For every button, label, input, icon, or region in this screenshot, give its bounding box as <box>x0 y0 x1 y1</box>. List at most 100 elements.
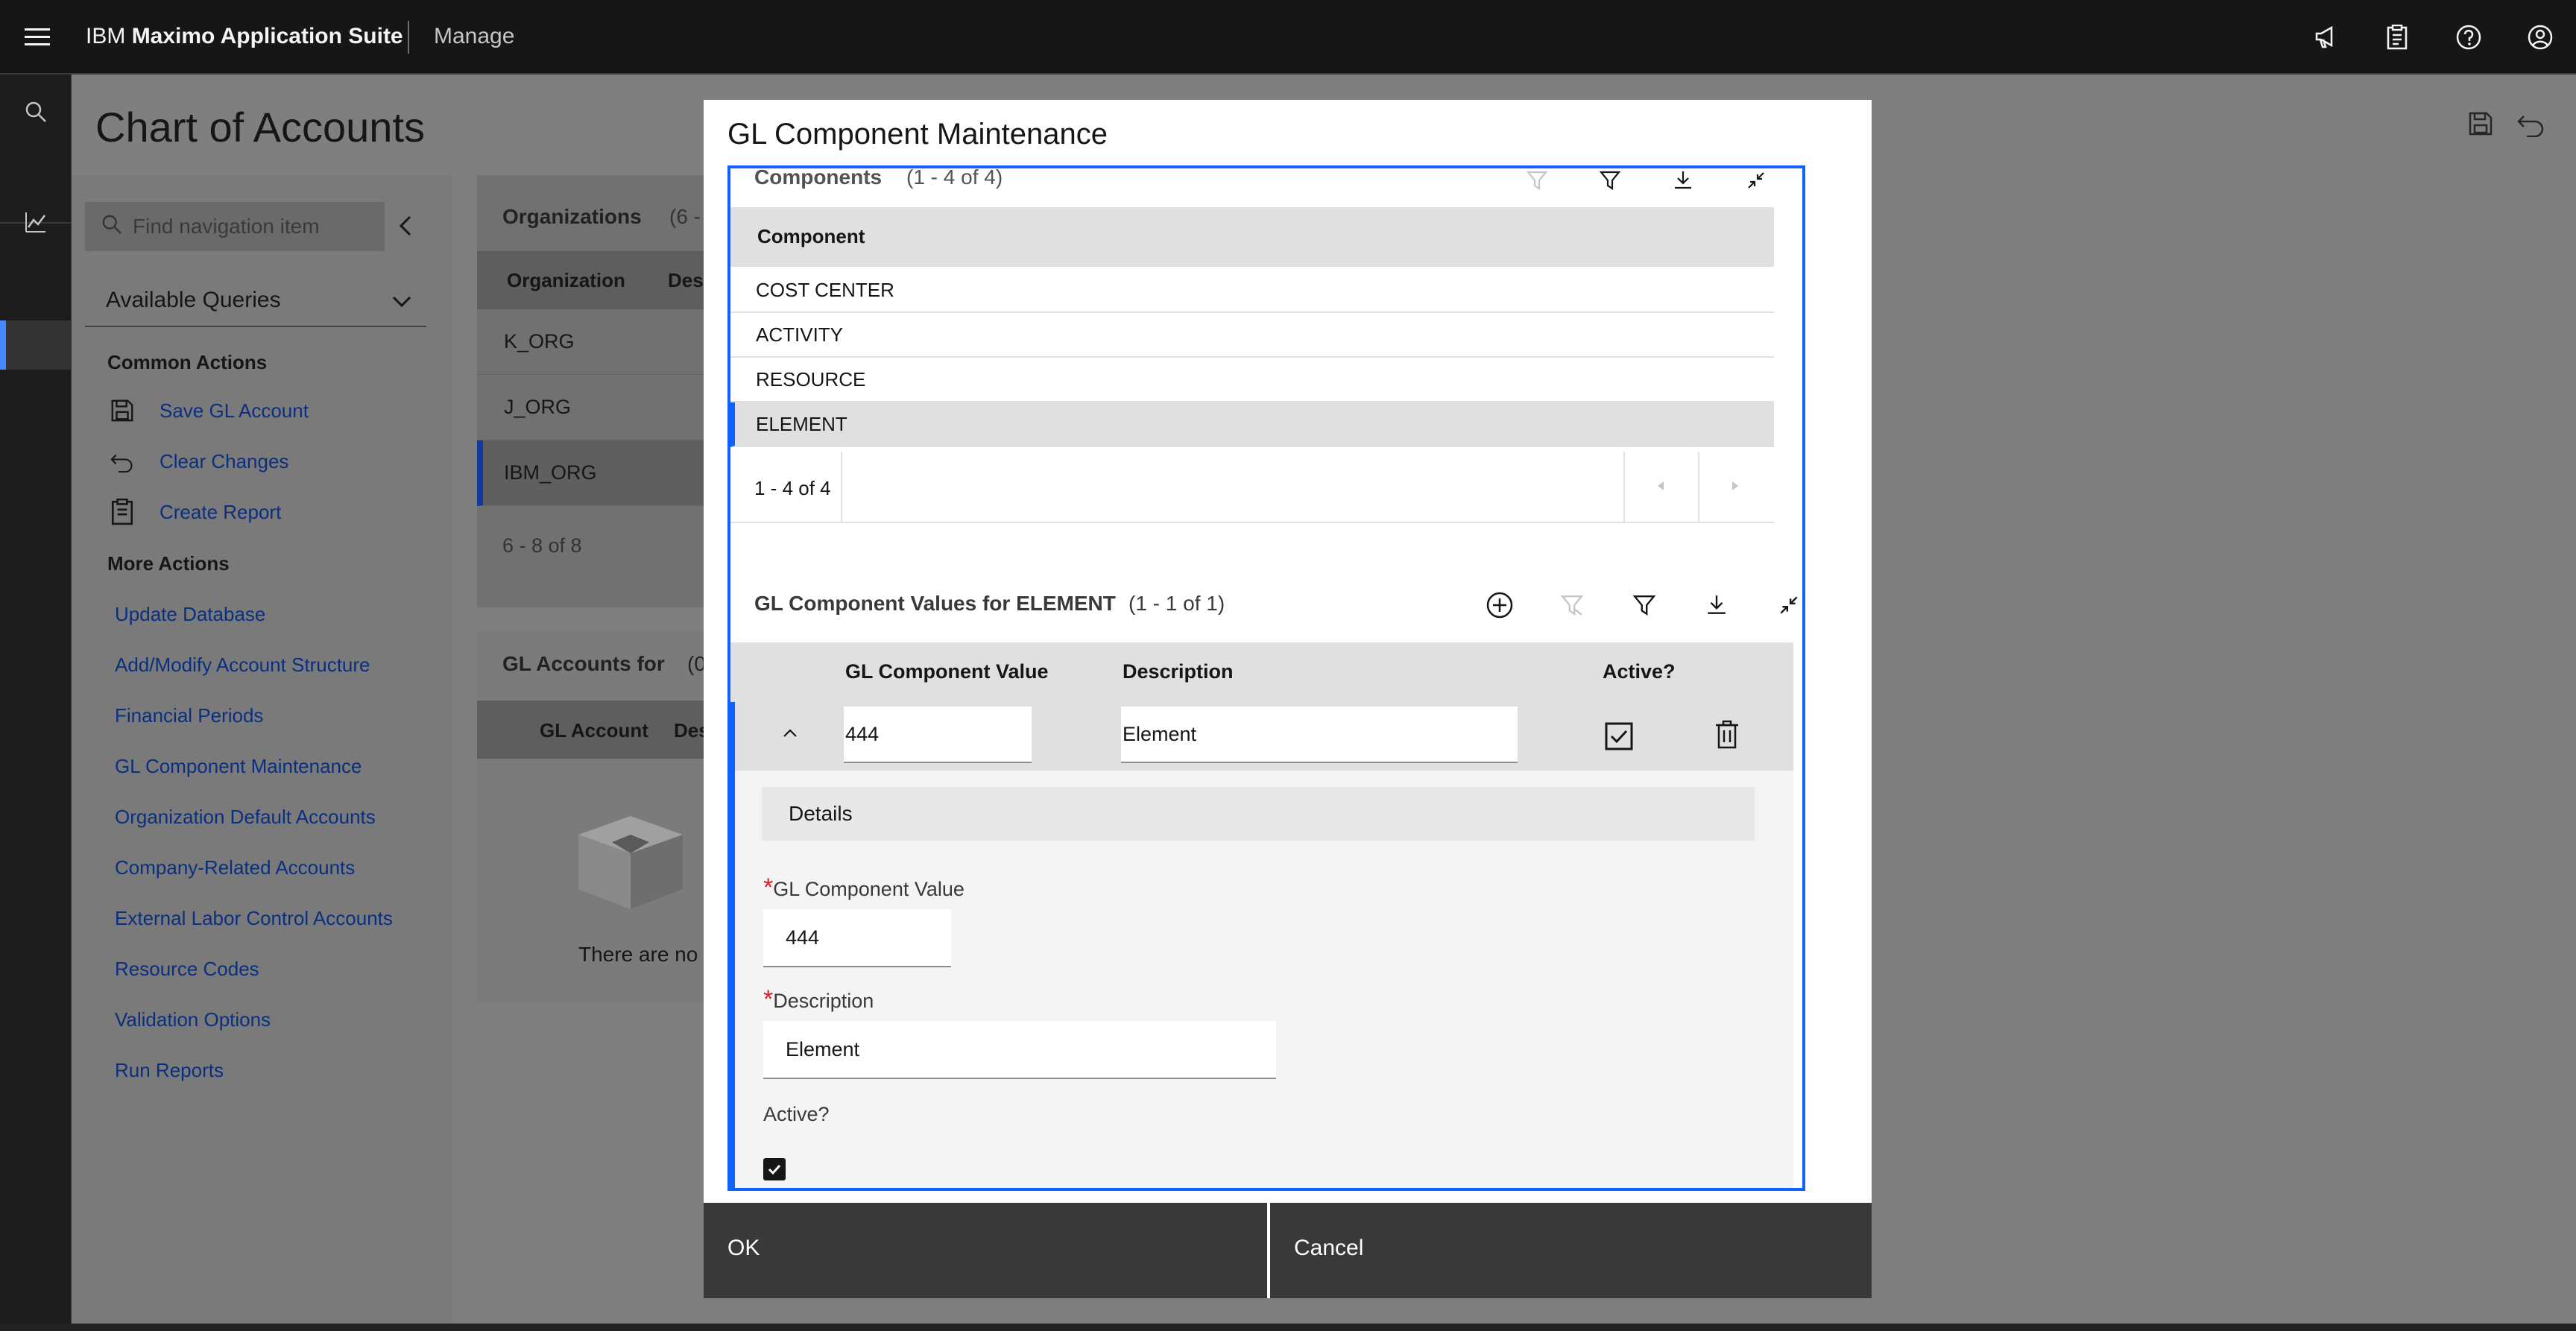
active-checkbox[interactable] <box>763 1158 786 1180</box>
undo-icon[interactable] <box>2516 110 2546 141</box>
external-labor-control-accounts-link[interactable]: External Labor Control Accounts <box>115 907 393 930</box>
financial-periods-link[interactable]: Financial Periods <box>115 704 263 727</box>
gl-component-maintenance-link[interactable]: GL Component Maintenance <box>115 755 362 778</box>
filter-icon[interactable] <box>1622 583 1667 627</box>
row-details-panel: Details *GL Component Value 444 *Descrip… <box>730 771 1793 1188</box>
organizations-title: Organizations <box>502 205 642 228</box>
company-related-accounts-link[interactable]: Company-Related Accounts <box>115 856 355 879</box>
description-column-header[interactable]: Description <box>1123 660 1234 683</box>
organization-cell: J_ORG <box>504 396 572 418</box>
validation-options-link[interactable]: Validation Options <box>115 1008 271 1031</box>
update-database-link[interactable]: Update Database <box>115 603 265 626</box>
add-modify-account-structure-link[interactable]: Add/Modify Account Structure <box>115 654 370 677</box>
gl-account-column-header[interactable]: GL Account <box>540 719 648 742</box>
description-column-header[interactable]: Des <box>668 269 704 292</box>
description-field-text: Element <box>786 1037 860 1060</box>
resource-codes-link[interactable]: Resource Codes <box>115 958 259 981</box>
component-values-table: GL Component Value Description Active? 4… <box>730 642 1793 1188</box>
table-row[interactable]: RESOURCE <box>730 358 1774 402</box>
components-title: Components <box>754 165 883 189</box>
clear-filter-icon[interactable] <box>1550 583 1594 627</box>
search-icon[interactable] <box>19 95 52 128</box>
save-icon[interactable] <box>2467 110 2494 141</box>
hamburger-menu-icon[interactable] <box>15 15 60 60</box>
description-label: *Description <box>763 985 874 1014</box>
analytics-icon[interactable] <box>19 206 52 238</box>
required-indicator: * <box>763 873 774 902</box>
gl-component-value-field[interactable]: 444 <box>763 909 951 967</box>
chevron-down-icon <box>391 291 413 317</box>
minimize-icon[interactable] <box>1767 583 1802 627</box>
delete-icon[interactable] <box>1714 720 1740 753</box>
clear-filter-icon[interactable] <box>1515 168 1559 203</box>
component-column-header[interactable]: Component <box>757 225 865 248</box>
description-input[interactable]: Element <box>1121 706 1518 763</box>
gl-component-value-input[interactable]: 444 <box>844 706 1032 763</box>
rail-active-item[interactable] <box>0 320 72 370</box>
pager-divider <box>841 452 842 523</box>
table-row-selected[interactable]: ELEMENT <box>730 402 1774 447</box>
gl-accounts-title: GL Accounts for <box>502 652 665 675</box>
app-name[interactable]: Manage <box>434 24 514 49</box>
gl-component-value-field-text: 444 <box>786 926 820 949</box>
organization-cell: IBM_ORG <box>504 461 597 484</box>
table-row-expanded[interactable]: 444 Element <box>730 702 1793 771</box>
components-pager-text: 1 - 4 of 4 <box>754 477 831 499</box>
gl-component-maintenance-dialog: GL Component Maintenance Components (1 -… <box>704 100 1872 1298</box>
organization-column-header[interactable]: Organization <box>507 269 625 292</box>
active-checkbox-icon[interactable] <box>1604 721 1634 755</box>
save-gl-account-action[interactable]: Save GL Account <box>107 396 309 426</box>
pager-divider <box>1623 452 1625 523</box>
available-queries-dropdown[interactable]: Available Queries <box>85 275 426 327</box>
available-queries-label: Available Queries <box>106 288 281 312</box>
table-row[interactable]: COST CENTER <box>730 268 1774 313</box>
filter-icon[interactable] <box>1588 168 1632 203</box>
page-title: Chart of Accounts <box>95 104 426 151</box>
clear-changes-action[interactable]: Clear Changes <box>107 446 288 476</box>
organization-cell: K_ORG <box>504 330 575 352</box>
required-indicator: * <box>763 985 774 1014</box>
components-table-header <box>730 207 1774 267</box>
cancel-button[interactable]: Cancel <box>1270 1203 1872 1298</box>
components-pager: 1 - 4 of 4 <box>730 452 1774 523</box>
organization-default-accounts-link[interactable]: Organization Default Accounts <box>115 806 376 829</box>
undo-icon <box>107 446 137 476</box>
clear-changes-label: Clear Changes <box>160 449 289 472</box>
next-page-icon[interactable] <box>1729 478 1741 497</box>
brand-prefix: IBM <box>86 24 126 48</box>
table-row[interactable]: ACTIVITY <box>730 313 1774 358</box>
download-icon[interactable] <box>1661 168 1705 203</box>
component-cell: COST CENTER <box>756 278 894 301</box>
page-actions <box>2467 110 2546 141</box>
active-column-header[interactable]: Active? <box>1603 660 1676 683</box>
chevron-left-icon[interactable] <box>395 212 422 239</box>
user-icon[interactable] <box>2524 21 2557 54</box>
previous-page-icon[interactable] <box>1655 478 1667 497</box>
create-report-action[interactable]: Create Report <box>107 497 281 527</box>
description-label-text: Description <box>773 990 874 1012</box>
description-field[interactable]: Element <box>763 1021 1276 1079</box>
component-values-title: GL Component Values for ELEMENT <box>754 592 1116 615</box>
dialog-body: Components (1 - 4 of 4) Component COST C… <box>727 165 1805 1191</box>
megaphone-icon[interactable] <box>2309 21 2342 54</box>
component-values-count: (1 - 1 of 1) <box>1128 592 1225 615</box>
save-gl-account-label: Save GL Account <box>160 399 309 422</box>
minimize-icon[interactable] <box>1734 168 1778 203</box>
dialog-title: GL Component Maintenance <box>727 118 1108 151</box>
gl-component-value-column-header[interactable]: GL Component Value <box>845 660 1049 683</box>
empty-state-text: There are no <box>578 943 698 966</box>
download-icon[interactable] <box>1694 583 1739 627</box>
brand-title[interactable]: IBM Maximo Application Suite <box>86 24 403 49</box>
search-icon <box>101 214 122 240</box>
active-label: Active? <box>763 1103 830 1125</box>
ok-button[interactable]: OK <box>704 1203 1267 1298</box>
gl-component-value-text: 444 <box>845 722 880 745</box>
help-icon[interactable] <box>2452 21 2485 54</box>
add-row-icon[interactable] <box>1477 583 1522 627</box>
navigation-search-input[interactable]: Find navigation item <box>85 202 385 251</box>
organizations-pager: 6 - 8 of 8 <box>502 534 582 557</box>
components-count: (1 - 4 of 4) <box>906 165 1003 189</box>
chevron-up-icon[interactable] <box>780 723 802 745</box>
run-reports-link[interactable]: Run Reports <box>115 1059 224 1082</box>
clipboard-icon[interactable] <box>2381 21 2414 54</box>
